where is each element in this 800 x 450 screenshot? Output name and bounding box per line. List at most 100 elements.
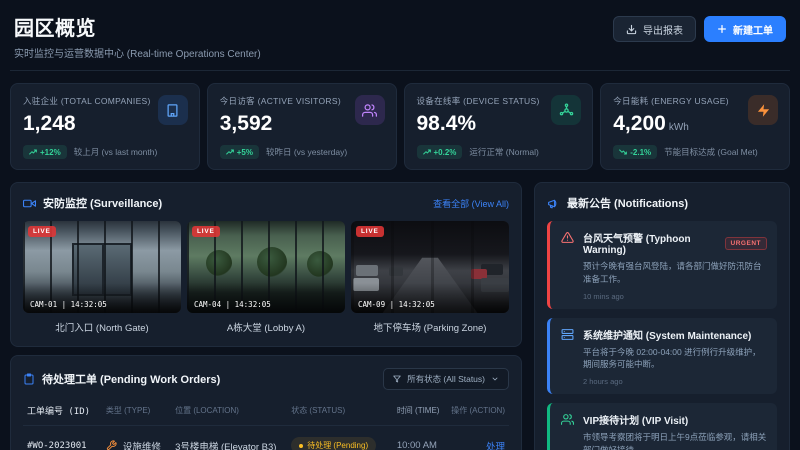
camera-feed: LIVE CAM-01 | 14:32:05 <box>23 221 181 313</box>
notifications-title: 最新公告 (Notifications) <box>567 198 688 210</box>
notification-typhoon-warning[interactable]: 台风天气预警 (Typhoon Warning) URGENT 预计今晚有强台风… <box>547 221 777 309</box>
clipboard-icon <box>23 373 35 385</box>
table-row: #WO-2023001 设施维修 3号楼电梯 (Elevator B3) 待处理… <box>23 426 509 450</box>
page-subtitle: 实时监控与运营数据中心 (Real-time Operations Center… <box>14 49 261 60</box>
warning-icon <box>561 231 574 301</box>
stat-card-devices: 设备在线率 (DEVICE STATUS) 98.4% +0.2% 运行正常 (… <box>403 83 594 170</box>
notifications-header: 最新公告 (Notifications) <box>547 195 777 211</box>
notification-body: 平台将于今晚 02:00-04:00 进行例行升级维护，期间服务可能中断。 <box>583 346 761 370</box>
new-work-order-label: 新建工单 <box>733 25 773 37</box>
trend-up-icon <box>29 148 37 156</box>
camera-tile-north-gate[interactable]: LIVE CAM-01 | 14:32:05 北门入口 (North Gate) <box>23 221 181 334</box>
camera-id-timestamp: CAM-09 | 14:32:05 <box>358 300 435 309</box>
bolt-icon <box>748 95 778 125</box>
notification-title: 系统维护通知 (System Maintenance) <box>583 330 752 342</box>
stat-trend-row: +12% 较上月 (vs last month) <box>23 145 187 159</box>
trend-up-icon <box>225 148 234 156</box>
notification-title: 台风天气预警 (Typhoon Warning) <box>583 234 691 256</box>
filter-icon <box>393 375 401 383</box>
stat-card-companies: 入驻企业 (TOTAL COMPANIES) 1,248 +12% 较上月 (v… <box>10 83 200 170</box>
order-location: 3号楼电梯 (Elevator B3) <box>175 441 277 450</box>
visitors-icon <box>354 95 385 125</box>
page-title: 园区概览 <box>14 18 96 40</box>
main-content: 安防监控 (Surveillance) 查看全部 (View All) LIVE… <box>10 182 790 450</box>
work-orders-title-row: 待处理工单 (Pending Work Orders) <box>23 371 220 387</box>
camera-id-timestamp: CAM-04 | 14:32:05 <box>194 300 271 309</box>
camera-feed: LIVE CAM-04 | 14:32:05 <box>187 221 345 313</box>
notification-time: 2 hours ago <box>583 377 623 386</box>
notification-content: VIP接待计划 (VIP Visit) 市领导考察团将于明日上午9点莅临参观，请… <box>583 412 767 450</box>
status-filter-dropdown[interactable]: 所有状态 (All Status) <box>383 368 509 390</box>
work-orders-header: 待处理工单 (Pending Work Orders) 所有状态 (All St… <box>23 368 509 390</box>
notification-title: VIP接待计划 (VIP Visit) <box>583 416 689 427</box>
new-work-order-button[interactable]: 新建工单 <box>704 16 786 42</box>
wrench-icon <box>106 440 117 450</box>
live-badge: LIVE <box>356 226 384 237</box>
trend-badge: +12% <box>23 145 67 159</box>
camera-caption: A栋大堂 (Lobby A) <box>226 323 306 334</box>
order-action-link[interactable]: 处理 <box>486 442 505 450</box>
notification-content: 系统维护通知 (System Maintenance) 平台将于今晚 02:00… <box>583 327 767 387</box>
column-header-id: 工单编号 (ID) <box>23 400 102 426</box>
trend-badge: +0.2% <box>416 145 463 159</box>
stat-trend-row: -2.1% 节能目标达成 (Goal Met) <box>613 145 777 159</box>
urgent-badge: URGENT <box>724 236 767 250</box>
right-column: 最新公告 (Notifications) 台风天气预警 (Typhoon War… <box>534 182 790 450</box>
stats-row: 入驻企业 (TOTAL COMPANIES) 1,248 +12% 较上月 (v… <box>10 83 790 170</box>
work-orders-title: 待处理工单 (Pending Work Orders) <box>42 374 221 386</box>
work-orders-table: 工单编号 (ID) 类型 (TYPE) 位置 (LOCATION) 状态 (ST… <box>23 400 509 450</box>
live-badge: LIVE <box>192 226 220 237</box>
plus-icon <box>717 24 727 34</box>
surveillance-title-row: 安防监控 (Surveillance) <box>23 195 162 211</box>
notification-content: 台风天气预警 (Typhoon Warning) URGENT 预计今晚有强台风… <box>583 230 767 301</box>
export-report-button[interactable]: 导出报表 <box>613 16 696 42</box>
camera-tile-parking[interactable]: LIVE CAM-09 | 14:32:05 地下停车场 (Parking Zo… <box>351 221 509 334</box>
building-icon <box>157 95 188 125</box>
stat-trend-row: +5% 较昨日 (vs yesterday) <box>219 145 384 159</box>
camera-caption: 地下停车场 (Parking Zone) <box>373 323 487 334</box>
stat-unit: kWh <box>668 122 689 133</box>
order-id: #WO-2023001 <box>27 440 87 450</box>
download-icon <box>626 24 637 35</box>
server-icon <box>561 328 574 387</box>
left-column: 安防监控 (Surveillance) 查看全部 (View All) LIVE… <box>10 182 522 450</box>
column-header-status: 状态 (STATUS) <box>287 400 393 426</box>
notifications-panel: 最新公告 (Notifications) 台风天气预警 (Typhoon War… <box>534 182 790 450</box>
trend-note: 节能目标达成 (Goal Met) <box>664 147 758 157</box>
trend-up-icon <box>422 148 431 156</box>
column-header-type: 类型 (TYPE) <box>101 400 172 426</box>
header-actions: 导出报表 新建工单 <box>613 16 786 42</box>
column-header-location: 位置 (LOCATION) <box>171 400 288 426</box>
trend-down-icon <box>619 148 628 156</box>
status-badge: 待处理 (Pending) <box>291 437 377 450</box>
camera-tile-lobby-a[interactable]: LIVE CAM-04 | 14:32:05 A栋大堂 (Lobby A) <box>187 221 345 334</box>
megaphone-icon <box>547 197 560 210</box>
column-header-action: 操作 (ACTION) <box>447 400 509 426</box>
page-header: 园区概览 实时监控与运营数据中心 (Real-time Operations C… <box>10 8 790 71</box>
network-icon <box>551 95 582 125</box>
export-report-label: 导出报表 <box>643 25 683 37</box>
notification-body: 预计今晚有强台风登陆，请各部门做好防汛防台准备工作。 <box>583 261 762 284</box>
trend-note: 较上月 (vs last month) <box>73 147 158 157</box>
notification-time: 10 mins ago <box>583 291 624 301</box>
stat-trend-row: +0.2% 运行正常 (Normal) <box>416 145 581 159</box>
live-badge: LIVE <box>28 226 56 237</box>
order-time: 10:00 AM <box>396 440 437 450</box>
camera-icon <box>23 197 36 210</box>
header-titles: 园区概览 实时监控与运营数据中心 (Real-time Operations C… <box>14 12 261 60</box>
camera-caption: 北门入口 (North Gate) <box>55 323 149 334</box>
dashboard-page: 园区概览 实时监控与运营数据中心 (Real-time Operations C… <box>0 0 800 450</box>
table-header-row: 工单编号 (ID) 类型 (TYPE) 位置 (LOCATION) 状态 (ST… <box>23 400 509 426</box>
column-header-time: 时间 (TIME) <box>392 400 448 426</box>
vip-users-icon <box>561 413 574 450</box>
surveillance-panel: 安防监控 (Surveillance) 查看全部 (View All) LIVE… <box>10 182 522 347</box>
notification-body: 市领导考察团将于明日上午9点莅临参观，请相关部门做好接待。 <box>583 432 767 450</box>
trend-badge: -2.1% <box>613 145 658 159</box>
view-all-link[interactable]: 查看全部 (View All) <box>433 197 509 210</box>
camera-feed: LIVE CAM-09 | 14:32:05 <box>351 221 509 313</box>
work-orders-panel: 待处理工单 (Pending Work Orders) 所有状态 (All St… <box>10 355 522 450</box>
surveillance-title: 安防监控 (Surveillance) <box>43 198 163 210</box>
notification-system-maintenance[interactable]: 系统维护通知 (System Maintenance) 平台将于今晚 02:00… <box>547 317 777 394</box>
camera-id-timestamp: CAM-01 | 14:32:05 <box>30 300 107 309</box>
notification-vip-visit[interactable]: VIP接待计划 (VIP Visit) 市领导考察团将于明日上午9点莅临参观，请… <box>547 403 777 450</box>
